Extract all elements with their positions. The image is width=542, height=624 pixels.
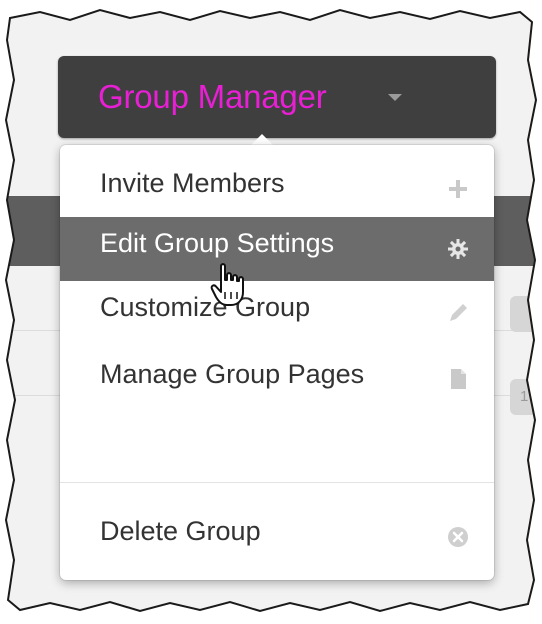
torn-edge-border xyxy=(4,8,538,613)
screenshot-frame: 1 Group Manager Invite Members Edit Grou… xyxy=(0,0,542,624)
